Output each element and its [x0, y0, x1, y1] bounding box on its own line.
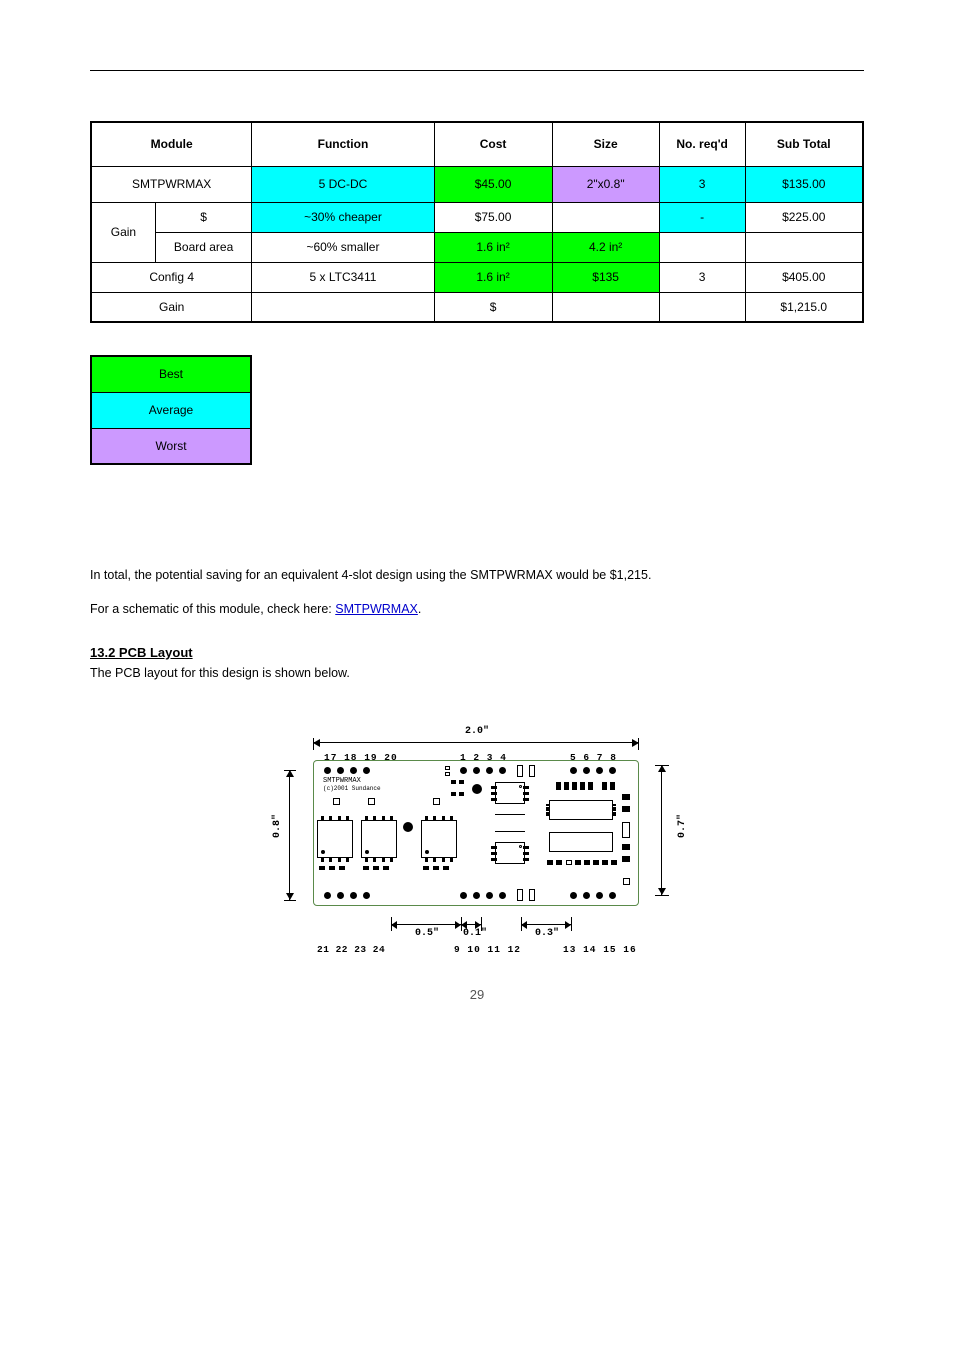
cell	[552, 292, 659, 322]
schem-text-before: For a schematic of this module, check he…	[90, 602, 335, 616]
summary-paragraph: In total, the potential saving for an eq…	[90, 565, 864, 585]
cell	[552, 202, 659, 232]
hdr-size: Size	[552, 122, 659, 166]
dim-line	[661, 765, 662, 895]
legend-table: Best Average Worst	[90, 355, 252, 465]
cell: $135	[552, 262, 659, 292]
cell: SMTPWRMAX	[91, 166, 252, 202]
pin-labels-top-mid: 1 2 3 4	[460, 752, 507, 763]
hdr-noreq: No. req'd	[659, 122, 745, 166]
cell: Board area	[155, 232, 252, 262]
pin-labels-bot-right: 13 14 15 16	[563, 944, 637, 955]
section-body: The PCB layout for this design is shown …	[90, 666, 864, 680]
legend-worst: Worst	[91, 428, 251, 464]
cell-gain: Gain	[91, 202, 155, 262]
cell: 3	[659, 262, 745, 292]
hdr-subtotal: Sub Total	[745, 122, 863, 166]
cell: 2"x0.8"	[552, 166, 659, 202]
silk-copyright: (c)2001 Sundance	[323, 786, 381, 792]
cell: 5 DC-DC	[252, 166, 434, 202]
silk-title: SMTPWRMAX	[323, 778, 361, 785]
cell: $	[155, 202, 252, 232]
cell	[745, 232, 863, 262]
pin-labels-bot-mid: 9 10 11 12	[454, 944, 521, 955]
cell: $135.00	[745, 166, 863, 202]
cell: $1,215.0	[745, 292, 863, 322]
schematic-paragraph: For a schematic of this module, check he…	[90, 599, 864, 619]
cell	[659, 232, 745, 262]
dim-b2: 0.1"	[463, 928, 487, 939]
dim-tick	[284, 900, 296, 901]
hdr-function: Function	[252, 122, 434, 166]
cell: Config 4	[91, 262, 252, 292]
cell: Gain	[91, 292, 252, 322]
cell: $	[434, 292, 552, 322]
comparison-table: Module Function Cost Size No. req'd Sub …	[90, 121, 864, 323]
page-number: 29	[0, 987, 954, 1002]
cell: $225.00	[745, 202, 863, 232]
dim-right-label: 0.7"	[677, 814, 688, 838]
cell: $75.00	[434, 202, 552, 232]
cell: 4.2 in²	[552, 232, 659, 262]
hdr-cost: Cost	[434, 122, 552, 166]
dim-line	[313, 742, 639, 743]
dim-left-label: 0.8"	[272, 814, 283, 838]
cell	[659, 292, 745, 322]
pin-labels-bot-left: 21 22 23 24	[317, 944, 385, 955]
cell: 1.6 in²	[434, 262, 552, 292]
cell: 3	[659, 166, 745, 202]
cell: $405.00	[745, 262, 863, 292]
pcb-diagram: 2.0" 0.8" 0.7" 17 18 19 20 1 2 3 4 5 6 7…	[90, 710, 864, 980]
cell: $45.00	[434, 166, 552, 202]
dim-b3: 0.3"	[535, 928, 559, 939]
cell: ~60% smaller	[252, 232, 434, 262]
legend-average: Average	[91, 392, 251, 428]
cell: -	[659, 202, 745, 232]
dim-line	[289, 770, 290, 900]
cell: 5 x LTC3411	[252, 262, 434, 292]
header-rule	[90, 70, 864, 71]
pin-labels-top-left: 17 18 19 20	[324, 752, 398, 763]
pin-labels-top-right: 5 6 7 8	[570, 752, 617, 763]
schematic-link[interactable]: SMTPWRMAX	[335, 602, 418, 616]
dim-tick	[655, 895, 669, 896]
schem-text-after: .	[418, 602, 421, 616]
cell: ~30% cheaper	[252, 202, 434, 232]
cell	[252, 292, 434, 322]
hdr-module: Module	[91, 122, 252, 166]
section-title: 13.2 PCB Layout	[90, 645, 864, 660]
cell: 1.6 in²	[434, 232, 552, 262]
dim-top-label: 2.0"	[277, 726, 677, 737]
legend-best: Best	[91, 356, 251, 392]
dim-b1: 0.5"	[415, 928, 439, 939]
